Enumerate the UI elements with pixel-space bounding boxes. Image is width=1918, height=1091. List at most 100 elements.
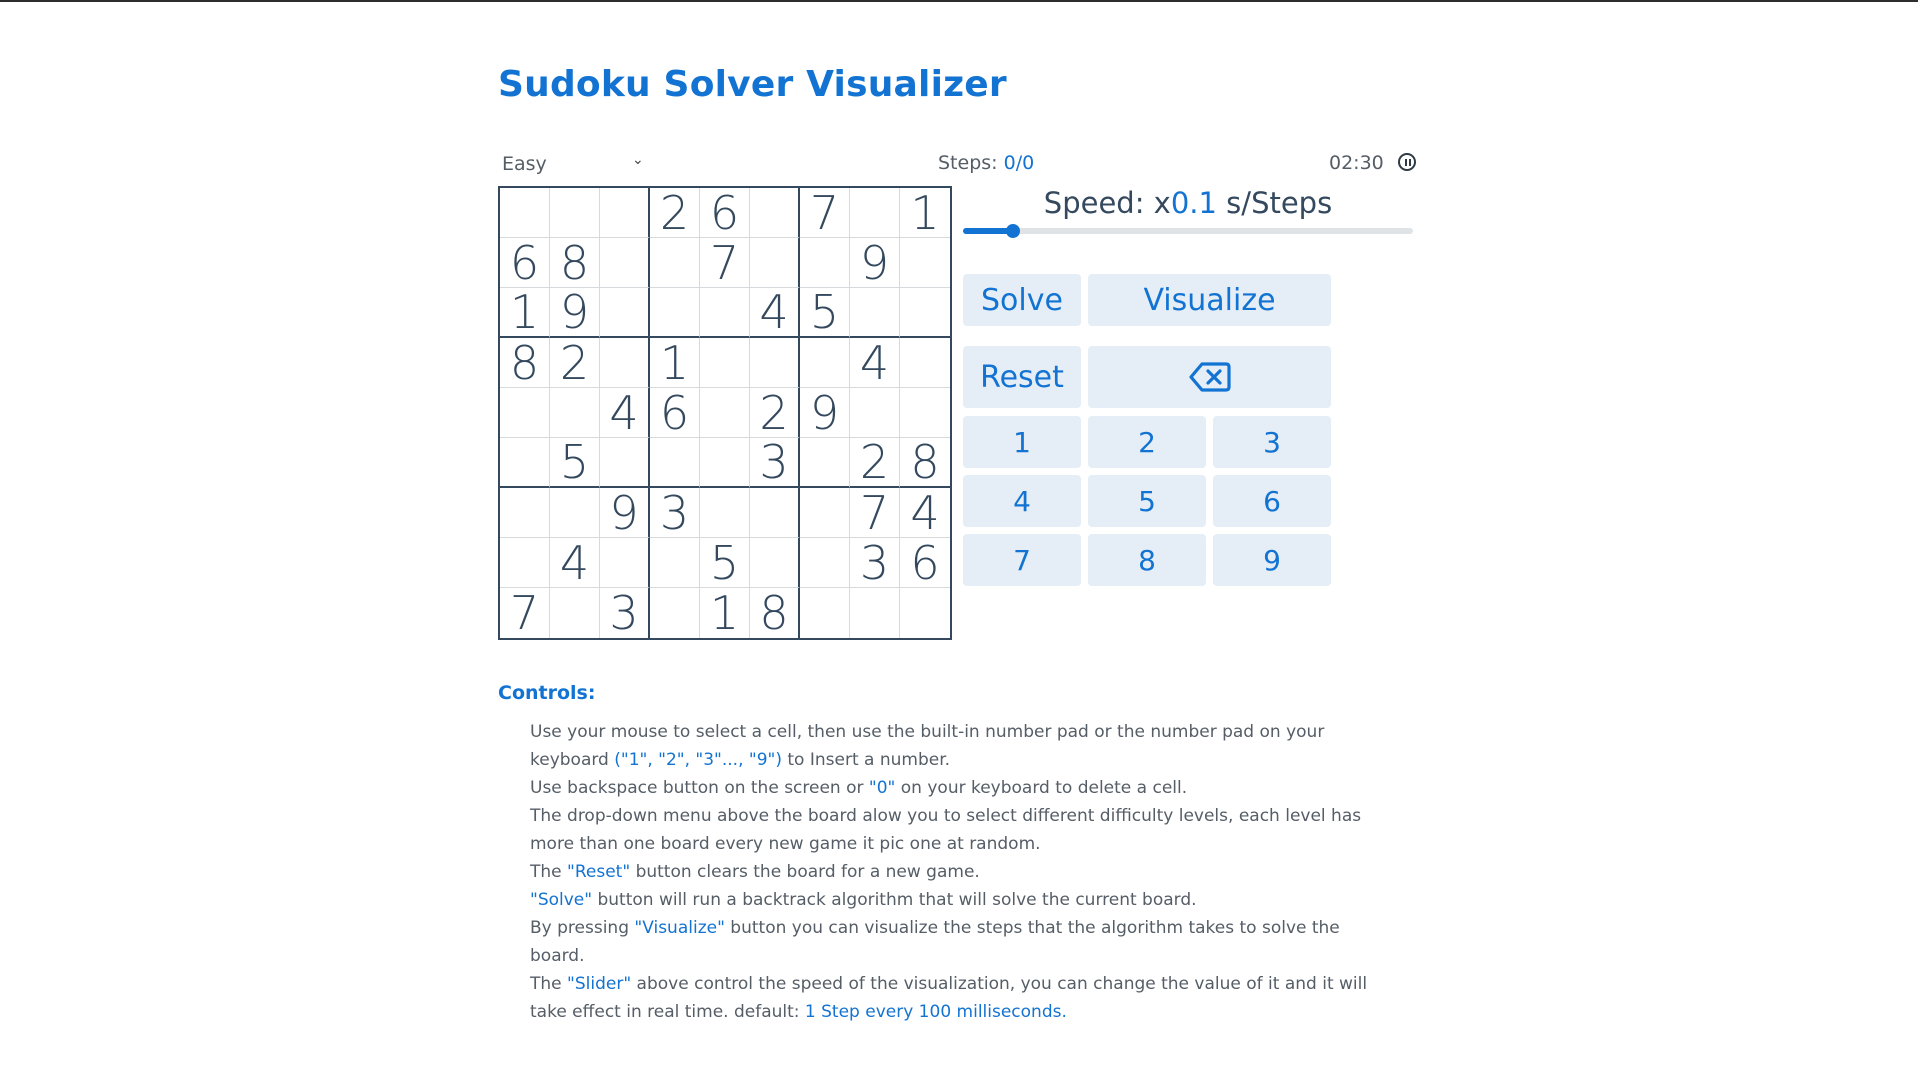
sudoku-cell[interactable] — [900, 388, 950, 438]
speed-slider-thumb[interactable] — [1005, 224, 1020, 238]
sudoku-cell[interactable] — [750, 338, 800, 388]
sudoku-cell[interactable] — [600, 538, 650, 588]
sudoku-cell[interactable]: 5 — [700, 538, 750, 588]
sudoku-cell[interactable]: 8 — [500, 338, 550, 388]
sudoku-cell[interactable] — [850, 288, 900, 338]
backspace-button[interactable] — [1088, 346, 1331, 408]
sudoku-cell[interactable] — [550, 188, 600, 238]
sudoku-cell[interactable]: 5 — [800, 288, 850, 338]
reset-button[interactable]: Reset — [963, 346, 1081, 408]
sudoku-cell[interactable] — [800, 438, 850, 488]
sudoku-cell[interactable]: 7 — [850, 488, 900, 538]
sudoku-cell[interactable] — [600, 338, 650, 388]
sudoku-cell[interactable]: 3 — [850, 538, 900, 588]
sudoku-cell[interactable] — [550, 488, 600, 538]
sudoku-cell[interactable] — [650, 588, 700, 638]
sudoku-cell[interactable]: 9 — [550, 288, 600, 338]
sudoku-cell[interactable]: 1 — [500, 288, 550, 338]
sudoku-cell[interactable]: 8 — [550, 238, 600, 288]
sudoku-cell[interactable]: 8 — [900, 438, 950, 488]
sudoku-cell[interactable]: 7 — [500, 588, 550, 638]
sudoku-cell[interactable] — [600, 438, 650, 488]
sudoku-cell[interactable] — [750, 188, 800, 238]
sudoku-cell[interactable]: 1 — [900, 188, 950, 238]
sudoku-cell[interactable] — [900, 338, 950, 388]
sudoku-cell[interactable]: 9 — [600, 488, 650, 538]
sudoku-cell[interactable] — [650, 538, 700, 588]
sudoku-cell[interactable] — [600, 288, 650, 338]
difficulty-select[interactable]: Easy ⌄ — [502, 150, 646, 178]
sudoku-cell[interactable]: 2 — [650, 188, 700, 238]
sudoku-cell[interactable]: 6 — [900, 538, 950, 588]
sudoku-cell[interactable]: 6 — [500, 238, 550, 288]
sudoku-cell[interactable] — [800, 238, 850, 288]
pause-icon[interactable] — [1398, 153, 1416, 171]
sudoku-cell[interactable] — [750, 538, 800, 588]
sudoku-cell[interactable]: 4 — [900, 488, 950, 538]
sudoku-cell[interactable]: 9 — [850, 238, 900, 288]
sudoku-cell[interactable] — [800, 588, 850, 638]
sudoku-cell[interactable]: 3 — [600, 588, 650, 638]
sudoku-cell[interactable] — [850, 388, 900, 438]
sudoku-cell[interactable] — [900, 288, 950, 338]
controls-item: Use your mouse to select a cell, then us… — [530, 718, 1390, 774]
sudoku-cell[interactable] — [800, 488, 850, 538]
sudoku-cell[interactable] — [500, 488, 550, 538]
sudoku-cell[interactable] — [650, 288, 700, 338]
speed-slider[interactable] — [963, 224, 1413, 238]
sudoku-cell[interactable] — [550, 588, 600, 638]
sudoku-cell[interactable]: 8 — [750, 588, 800, 638]
solve-button[interactable]: Solve — [963, 274, 1081, 326]
sudoku-cell[interactable]: 6 — [700, 188, 750, 238]
sudoku-cell[interactable] — [700, 438, 750, 488]
sudoku-cell[interactable] — [500, 188, 550, 238]
sudoku-cell[interactable] — [500, 438, 550, 488]
numpad-button-4[interactable]: 4 — [963, 475, 1081, 527]
numpad-button-1[interactable]: 1 — [963, 416, 1081, 468]
sudoku-cell[interactable]: 1 — [700, 588, 750, 638]
numpad-button-8[interactable]: 8 — [1088, 534, 1206, 586]
sudoku-cell[interactable] — [700, 338, 750, 388]
sudoku-cell[interactable] — [650, 438, 700, 488]
sudoku-cell[interactable]: 1 — [650, 338, 700, 388]
sudoku-cell[interactable] — [800, 338, 850, 388]
sudoku-cell[interactable]: 7 — [700, 238, 750, 288]
sudoku-cell[interactable] — [500, 388, 550, 438]
sudoku-cell[interactable] — [750, 488, 800, 538]
controls-heading: Controls: — [498, 682, 596, 704]
sudoku-cell[interactable]: 4 — [750, 288, 800, 338]
numpad-button-3[interactable]: 3 — [1213, 416, 1331, 468]
sudoku-cell[interactable] — [900, 238, 950, 288]
sudoku-cell[interactable] — [750, 238, 800, 288]
sudoku-cell[interactable]: 4 — [550, 538, 600, 588]
sudoku-cell[interactable]: 2 — [850, 438, 900, 488]
sudoku-cell[interactable]: 7 — [800, 188, 850, 238]
sudoku-cell[interactable] — [700, 288, 750, 338]
numpad-button-6[interactable]: 6 — [1213, 475, 1331, 527]
numpad-button-7[interactable]: 7 — [963, 534, 1081, 586]
sudoku-cell[interactable] — [600, 238, 650, 288]
sudoku-cell[interactable] — [700, 388, 750, 438]
sudoku-cell[interactable] — [700, 488, 750, 538]
sudoku-cell[interactable] — [650, 238, 700, 288]
sudoku-cell[interactable] — [800, 538, 850, 588]
sudoku-cell[interactable] — [500, 538, 550, 588]
sudoku-cell[interactable]: 3 — [650, 488, 700, 538]
sudoku-cell[interactable] — [850, 588, 900, 638]
sudoku-cell[interactable]: 3 — [750, 438, 800, 488]
visualize-button[interactable]: Visualize — [1088, 274, 1331, 326]
sudoku-cell[interactable]: 4 — [600, 388, 650, 438]
numpad-button-2[interactable]: 2 — [1088, 416, 1206, 468]
numpad-button-9[interactable]: 9 — [1213, 534, 1331, 586]
sudoku-cell[interactable]: 2 — [550, 338, 600, 388]
sudoku-cell[interactable]: 4 — [850, 338, 900, 388]
sudoku-cell[interactable] — [600, 188, 650, 238]
numpad-button-5[interactable]: 5 — [1088, 475, 1206, 527]
sudoku-cell[interactable]: 5 — [550, 438, 600, 488]
sudoku-cell[interactable] — [900, 588, 950, 638]
sudoku-cell[interactable] — [850, 188, 900, 238]
sudoku-cell[interactable]: 9 — [800, 388, 850, 438]
sudoku-cell[interactable]: 6 — [650, 388, 700, 438]
sudoku-cell[interactable]: 2 — [750, 388, 800, 438]
sudoku-cell[interactable] — [550, 388, 600, 438]
